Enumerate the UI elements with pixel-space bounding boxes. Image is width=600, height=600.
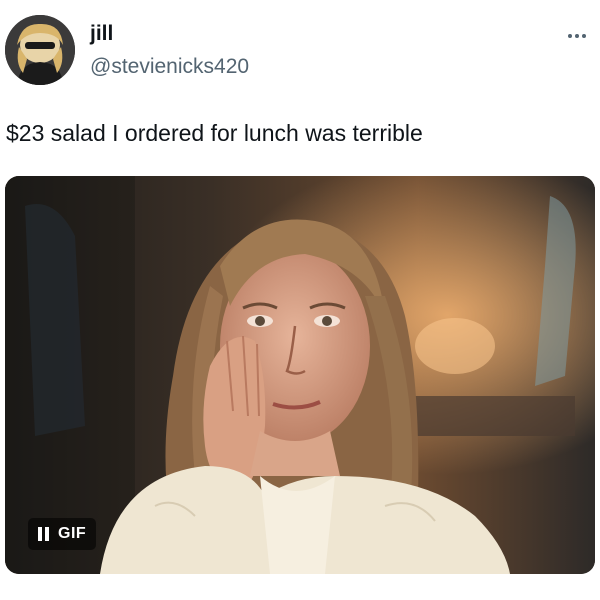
more-horizontal-icon (568, 34, 572, 38)
more-options-button[interactable] (562, 26, 592, 46)
more-horizontal-icon (582, 34, 586, 38)
gif-frame (5, 176, 595, 574)
avatar-image (5, 15, 75, 85)
author-name[interactable]: jill (90, 22, 113, 46)
gif-media[interactable]: GIF (5, 176, 595, 574)
tweet-card: jill @stevienicks420 $23 salad I ordered… (0, 0, 600, 600)
tweet-text: $23 salad I ordered for lunch was terrib… (6, 120, 423, 146)
author-handle[interactable]: @stevienicks420 (90, 55, 249, 79)
avatar[interactable] (5, 15, 75, 85)
pause-icon (38, 527, 49, 541)
gif-label: GIF (58, 525, 87, 542)
more-horizontal-icon (575, 34, 579, 38)
gif-badge[interactable]: GIF (28, 518, 97, 550)
